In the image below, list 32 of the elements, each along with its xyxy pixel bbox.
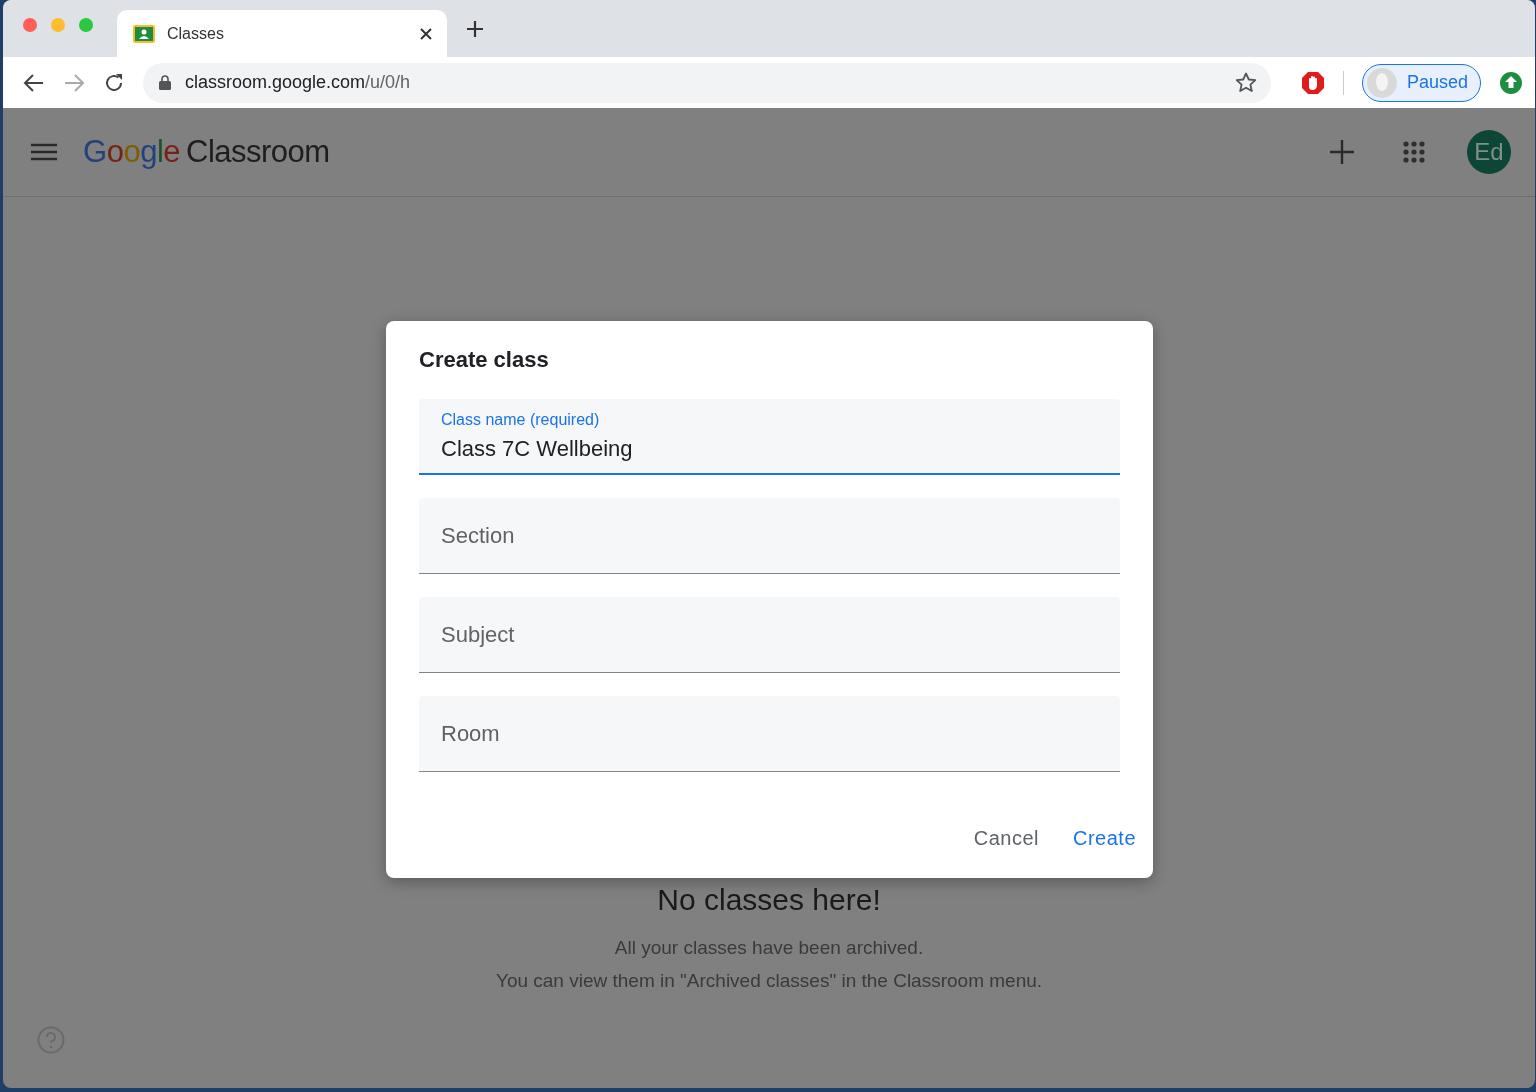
field-label: Class name (required) bbox=[441, 411, 600, 429]
close-window-button[interactable] bbox=[23, 17, 37, 32]
profile-button[interactable]: Paused bbox=[1361, 63, 1481, 102]
empty-message: All your classes have been archived. bbox=[614, 936, 924, 960]
create-button[interactable]: Create bbox=[1064, 819, 1144, 858]
classroom-icon bbox=[133, 24, 155, 43]
text-field[interactable]: Room bbox=[419, 696, 1120, 772]
new-tab-button[interactable] bbox=[465, 18, 485, 39]
app-logo[interactable]: Google Classroom bbox=[83, 134, 330, 170]
back-icon[interactable] bbox=[23, 72, 45, 93]
browser-tab[interactable]: Classes bbox=[117, 10, 447, 57]
url-text: classroom.google.com/u/0/h bbox=[185, 72, 412, 93]
tab-title: Classes bbox=[167, 24, 225, 43]
menu-icon[interactable] bbox=[31, 143, 57, 161]
address-bar[interactable]: classroom.google.com/u/0/h bbox=[143, 62, 1271, 103]
close-icon[interactable] bbox=[419, 26, 433, 41]
add-icon[interactable] bbox=[1329, 139, 1355, 165]
reload-icon[interactable] bbox=[103, 71, 125, 94]
forward-icon[interactable] bbox=[63, 72, 85, 93]
empty-message: You can view them in "Archived classes" in the Classroom menu. bbox=[495, 969, 1043, 993]
apps-grid-icon[interactable] bbox=[1403, 141, 1425, 163]
stop-hand-icon[interactable] bbox=[1300, 70, 1325, 95]
empty-title: No classes here! bbox=[657, 883, 881, 917]
star-icon[interactable] bbox=[1234, 72, 1257, 93]
avatar-icon bbox=[1366, 67, 1397, 98]
cancel-button[interactable]: Cancel bbox=[965, 819, 1047, 858]
lock-icon bbox=[159, 75, 171, 90]
dialog-title: Create class bbox=[419, 347, 550, 373]
user-avatar[interactable]: Ed bbox=[1467, 130, 1511, 174]
update-icon[interactable] bbox=[1499, 70, 1523, 95]
text-field[interactable]: Subject bbox=[419, 597, 1120, 673]
text-field[interactable]: Section bbox=[419, 498, 1120, 574]
